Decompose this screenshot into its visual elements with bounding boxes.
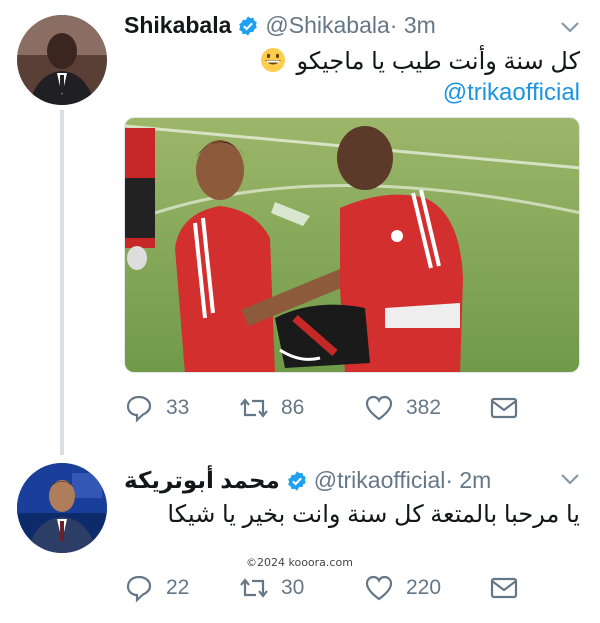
mention-link[interactable]: @trikaofficial xyxy=(443,79,580,107)
tweet-photo[interactable] xyxy=(124,117,580,373)
retweet-button[interactable]: 86 xyxy=(239,393,364,423)
verified-badge-icon xyxy=(287,470,306,491)
verified-badge-icon xyxy=(239,15,258,36)
reply-button[interactable]: 33 xyxy=(124,393,239,423)
author-handle[interactable]: @trikaofficial xyxy=(314,467,446,494)
tweet-text: كل سنة وأنت طيب يا ماجيكو xyxy=(260,47,580,76)
heart-icon xyxy=(365,395,393,421)
dm-button[interactable] xyxy=(489,573,531,603)
tweet-actions: 22 30 220 xyxy=(124,573,531,603)
tweet-text-content: كل سنة وأنت طيب يا ماجيكو xyxy=(296,48,580,75)
tweet-text: يا مرحبا بالمتعة كل سنة وانت بخير يا شيك… xyxy=(167,501,580,528)
tweet-time: · 3m xyxy=(389,12,436,38)
thread-line xyxy=(60,110,64,455)
reply-icon xyxy=(126,575,152,603)
tweet-time: · 2m xyxy=(445,467,492,493)
retweet-icon xyxy=(240,398,268,418)
reply-button[interactable]: 22 xyxy=(124,573,239,603)
retweet-count: 30 xyxy=(281,576,305,599)
chevron-down-icon[interactable] xyxy=(560,20,580,34)
like-count: 382 xyxy=(406,396,442,419)
retweet-button[interactable]: 30 xyxy=(239,573,364,603)
envelope-icon xyxy=(490,397,518,419)
tweet-header: محمد أبوتريكة @trikaofficial · 2m xyxy=(124,467,491,494)
avatar-shikabala[interactable] xyxy=(17,15,107,105)
author-name[interactable]: محمد أبوتريكة xyxy=(124,467,280,494)
tweet-header: Shikabala @Shikabala · 3m xyxy=(124,12,436,39)
grinning-face-emoji-icon xyxy=(260,48,285,72)
reply-count: 33 xyxy=(166,396,190,419)
chevron-down-icon[interactable] xyxy=(560,472,580,486)
heart-icon xyxy=(365,575,393,601)
reply-icon xyxy=(126,395,152,423)
like-count: 220 xyxy=(406,576,442,599)
like-button[interactable]: 382 xyxy=(364,393,489,423)
author-handle[interactable]: @Shikabala xyxy=(265,12,389,39)
author-name[interactable]: Shikabala xyxy=(124,12,231,39)
watermark: ©2024 kooora.com xyxy=(246,556,353,569)
reply-count: 22 xyxy=(166,576,190,599)
retweet-icon xyxy=(240,578,268,598)
retweet-count: 86 xyxy=(281,396,305,419)
avatar-trika[interactable] xyxy=(17,463,107,553)
dm-button[interactable] xyxy=(489,393,531,423)
like-button[interactable]: 220 xyxy=(364,573,489,603)
tweet-actions: 33 86 382 xyxy=(124,393,531,423)
envelope-icon xyxy=(490,577,518,599)
